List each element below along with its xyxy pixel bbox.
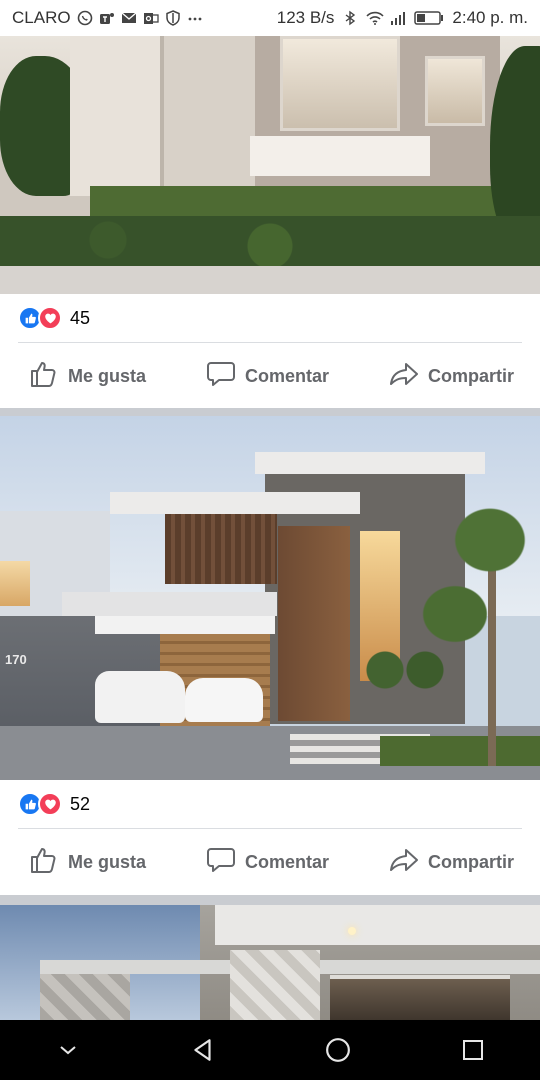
- post-3-photo[interactable]: [0, 905, 540, 1020]
- comment-bubble-icon: [205, 844, 237, 881]
- share-label: Compartir: [427, 365, 514, 386]
- chevron-down-icon[interactable]: [38, 1020, 98, 1080]
- share-label: Compartir: [427, 851, 514, 872]
- post-2-actions: Me gusta Comentar Compartir: [0, 830, 540, 894]
- divider: [18, 342, 522, 343]
- recents-icon[interactable]: [443, 1020, 503, 1080]
- navigation-bar: [0, 1020, 540, 1080]
- bluetooth-icon: [342, 10, 358, 26]
- status-bar: CLARO 123 B/s 2:40 p. m.: [0, 0, 540, 36]
- wifi-icon: [366, 10, 384, 26]
- like-label: Me gusta: [68, 365, 147, 386]
- like-button[interactable]: Me gusta: [28, 358, 146, 395]
- reaction-count: 52: [70, 793, 91, 814]
- post-2-reactions[interactable]: 52: [0, 780, 540, 828]
- teams-icon: [99, 10, 115, 26]
- whatsapp-icon: [77, 10, 93, 26]
- mail-icon: [121, 10, 137, 26]
- back-icon[interactable]: [173, 1020, 233, 1080]
- share-button[interactable]: Compartir: [388, 844, 514, 881]
- clock-time: 2:40 p. m.: [452, 8, 528, 27]
- more-dots-icon: [187, 10, 203, 26]
- post-1-actions: Me gusta Comentar Compartir: [0, 344, 540, 408]
- comment-label: Comentar: [244, 851, 329, 872]
- thumbs-up-icon: [28, 358, 60, 395]
- house-number: 170: [5, 652, 27, 667]
- reaction-count: 45: [70, 307, 91, 328]
- share-arrow-icon: [388, 844, 420, 881]
- like-label: Me gusta: [68, 851, 147, 872]
- network-speed: 123 B/s: [276, 8, 335, 27]
- comment-button[interactable]: Comentar: [205, 844, 329, 881]
- carrier-name: CLARO: [12, 8, 71, 27]
- signal-icon: [390, 10, 406, 26]
- post-2-photo[interactable]: 170: [0, 416, 540, 780]
- post-1-photo[interactable]: [0, 36, 540, 294]
- share-arrow-icon: [388, 358, 420, 395]
- share-button[interactable]: Compartir: [388, 358, 514, 395]
- love-reaction-icon: [38, 792, 62, 816]
- thumbs-up-icon: [28, 844, 60, 881]
- post-1-reactions[interactable]: 45: [0, 294, 540, 342]
- divider: [18, 828, 522, 829]
- battery-icon: [414, 10, 444, 26]
- outlook-icon: [143, 10, 159, 26]
- status-right: 123 B/s 2:40 p. m.: [277, 8, 528, 28]
- comment-label: Comentar: [244, 365, 329, 386]
- like-button[interactable]: Me gusta: [28, 844, 146, 881]
- post-separator: [0, 895, 540, 905]
- shield-icon: [165, 10, 181, 26]
- comment-button[interactable]: Comentar: [205, 358, 329, 395]
- status-left: CLARO: [12, 8, 203, 28]
- love-reaction-icon: [38, 306, 62, 330]
- home-icon[interactable]: [308, 1020, 368, 1080]
- comment-bubble-icon: [205, 358, 237, 395]
